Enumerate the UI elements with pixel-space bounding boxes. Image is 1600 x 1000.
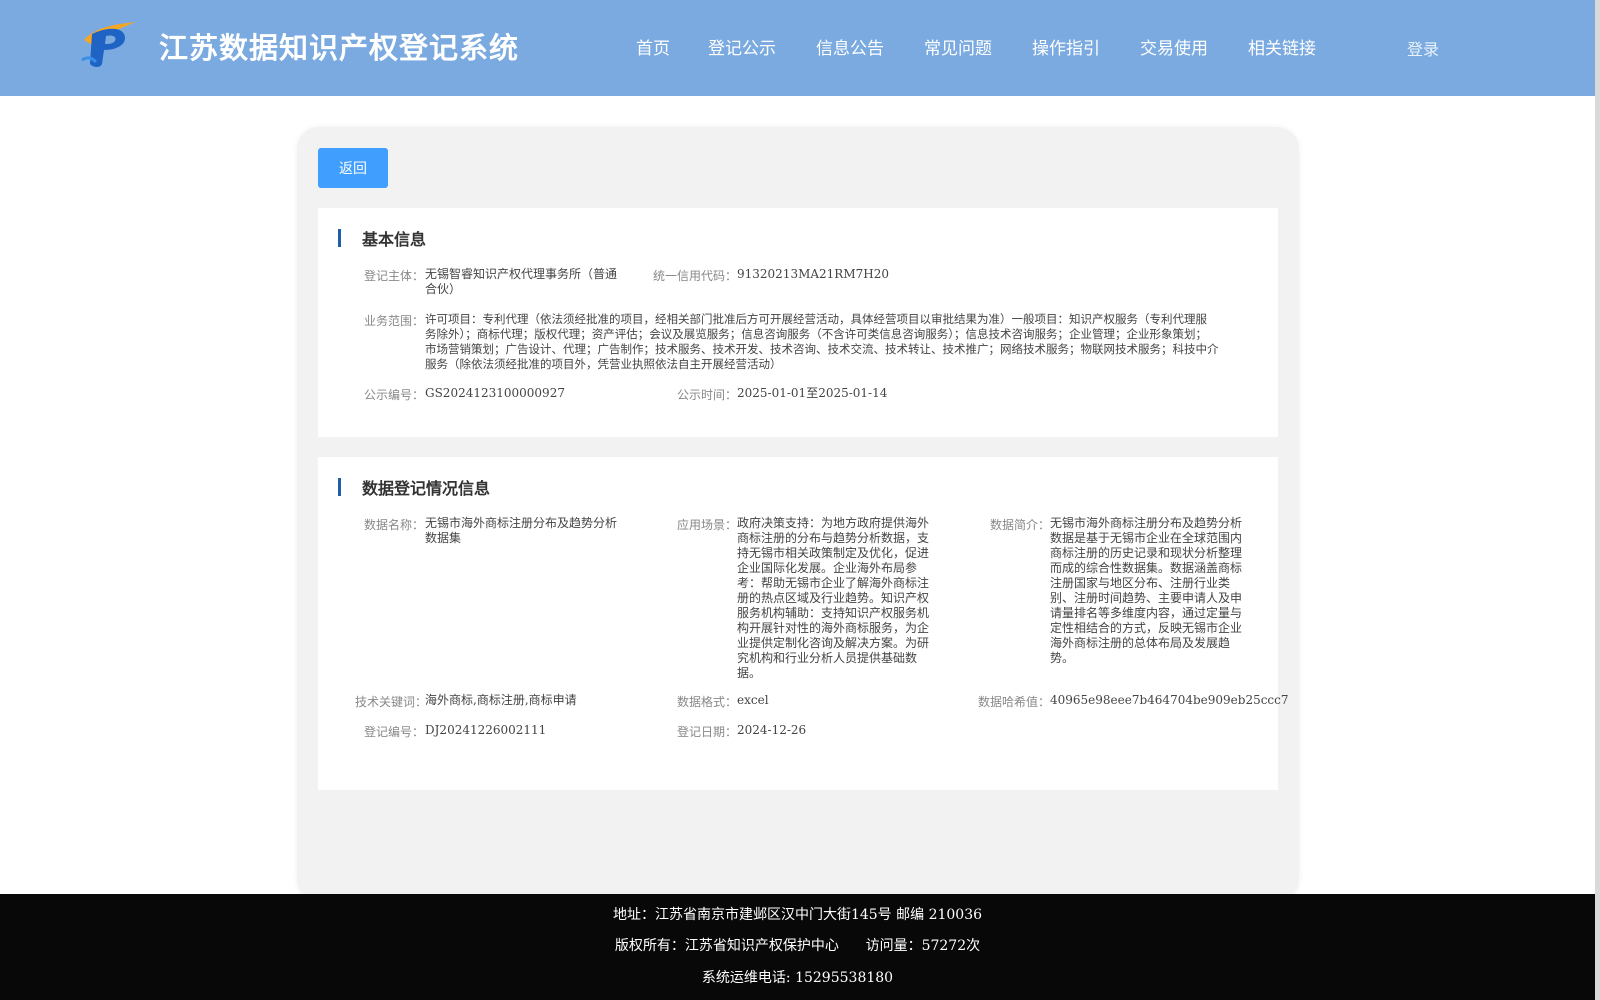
business-scope-value: 许可项目：专利代理（依法须经批准的项目，经相关部门批准后方可开展经营活动，具体经… bbox=[425, 312, 1219, 371]
nav-guide[interactable]: 操作指引 bbox=[1032, 34, 1140, 59]
main-nav: 首页 登记公示 信息公告 常见问题 操作指引 交易使用 相关链接 bbox=[636, 34, 1328, 59]
basic-info-header: 基本信息 bbox=[338, 228, 427, 249]
data-name-value: 无锡市海外商标注册分布及趋势分析 数据集 bbox=[425, 516, 618, 545]
page-scrollbar[interactable] bbox=[1595, 0, 1600, 1000]
publication-period-label: 公示时间： bbox=[677, 388, 738, 402]
business-scope-label: 业务范围： bbox=[364, 314, 425, 328]
publication-period-value: 2025-01-01至2025-01-14 bbox=[737, 386, 888, 400]
keywords-value: 海外商标,商标注册,商标申请 bbox=[425, 693, 577, 707]
site-footer: 地址：江苏省南京市建邺区汉中门大街145号 邮编 210036 版权所有：江苏省… bbox=[0, 894, 1595, 1000]
keywords-label: 技术关键词： bbox=[355, 695, 428, 709]
data-format-value: excel bbox=[737, 693, 769, 707]
section-marker bbox=[338, 229, 341, 247]
data-format-label: 数据格式： bbox=[677, 695, 738, 709]
publication-number-value: GS2024123100000927 bbox=[425, 386, 565, 400]
credit-code-label: 统一信用代码： bbox=[653, 269, 738, 283]
data-intro-value: 无锡市海外商标注册分布及趋势分析 数据是基于无锡市企业在全球范围内 商标注册的历… bbox=[1050, 516, 1243, 665]
footer-address: 地址：江苏省南京市建邺区汉中门大街145号 邮编 210036 bbox=[612, 907, 983, 923]
data-intro-label: 数据简介： bbox=[990, 518, 1051, 532]
basic-info-card: 基本信息 登记主体： 无锡智睿知识产权代理事务所（普通 合伙） 统一信用代码： … bbox=[318, 208, 1278, 437]
registration-number-value: DJ20241226002111 bbox=[425, 723, 547, 737]
subject-value: 无锡智睿知识产权代理事务所（普通 合伙） bbox=[425, 267, 618, 296]
section-marker bbox=[338, 478, 341, 496]
data-hash-value: 40965e98eee7b464704be909eb25ccc7 bbox=[1050, 693, 1289, 707]
nav-trading[interactable]: 交易使用 bbox=[1140, 34, 1248, 59]
basic-info-title: 基本信息 bbox=[362, 230, 427, 249]
publication-number-label: 公示编号： bbox=[364, 388, 425, 402]
footer-copyright: 版权所有：江苏省知识产权保护中心 访问量：57272次 bbox=[614, 938, 981, 954]
login-link[interactable]: 登录 bbox=[1407, 36, 1439, 60]
nav-links[interactable]: 相关链接 bbox=[1248, 34, 1328, 59]
footer-phone: 系统运维电话: 15295538180 bbox=[701, 970, 894, 986]
data-hash-label: 数据哈希值： bbox=[978, 695, 1051, 709]
credit-code-value: 91320213MA21RM7H20 bbox=[737, 267, 889, 281]
nav-home[interactable]: 首页 bbox=[636, 34, 708, 59]
detail-panel: 返回 基本信息 登记主体： 无锡智睿知识产权代理事务所（普通 合伙） 统一信用代… bbox=[297, 127, 1299, 902]
application-scenario-value: 政府决策支持：为地方政府提供海外 商标注册的分布与趋势分析数据，支 持无锡市相关… bbox=[737, 516, 930, 680]
data-name-label: 数据名称： bbox=[364, 518, 425, 532]
nav-faq[interactable]: 常见问题 bbox=[924, 34, 1032, 59]
nav-announcements[interactable]: 信息公告 bbox=[816, 34, 924, 59]
logo-icon[interactable] bbox=[80, 20, 140, 70]
registration-date-value: 2024-12-26 bbox=[737, 723, 807, 737]
site-title: 江苏数据知识产权登记系统 bbox=[159, 31, 520, 65]
data-registration-card: 数据登记情况信息 数据名称： 无锡市海外商标注册分布及趋势分析 数据集 应用场景… bbox=[318, 457, 1289, 790]
nav-registration-notice[interactable]: 登记公示 bbox=[708, 34, 816, 59]
application-scenario-label: 应用场景： bbox=[677, 518, 738, 532]
back-button[interactable]: 返回 bbox=[318, 148, 388, 188]
registration-date-label: 登记日期： bbox=[677, 725, 738, 739]
site-header: 江苏数据知识产权登记系统 首页 登记公示 信息公告 常见问题 操作指引 交易使用… bbox=[0, 0, 1595, 96]
subject-label: 登记主体： bbox=[364, 269, 425, 283]
registration-number-label: 登记编号： bbox=[364, 725, 425, 739]
data-registration-title: 数据登记情况信息 bbox=[362, 479, 491, 498]
data-registration-header: 数据登记情况信息 bbox=[338, 477, 491, 498]
